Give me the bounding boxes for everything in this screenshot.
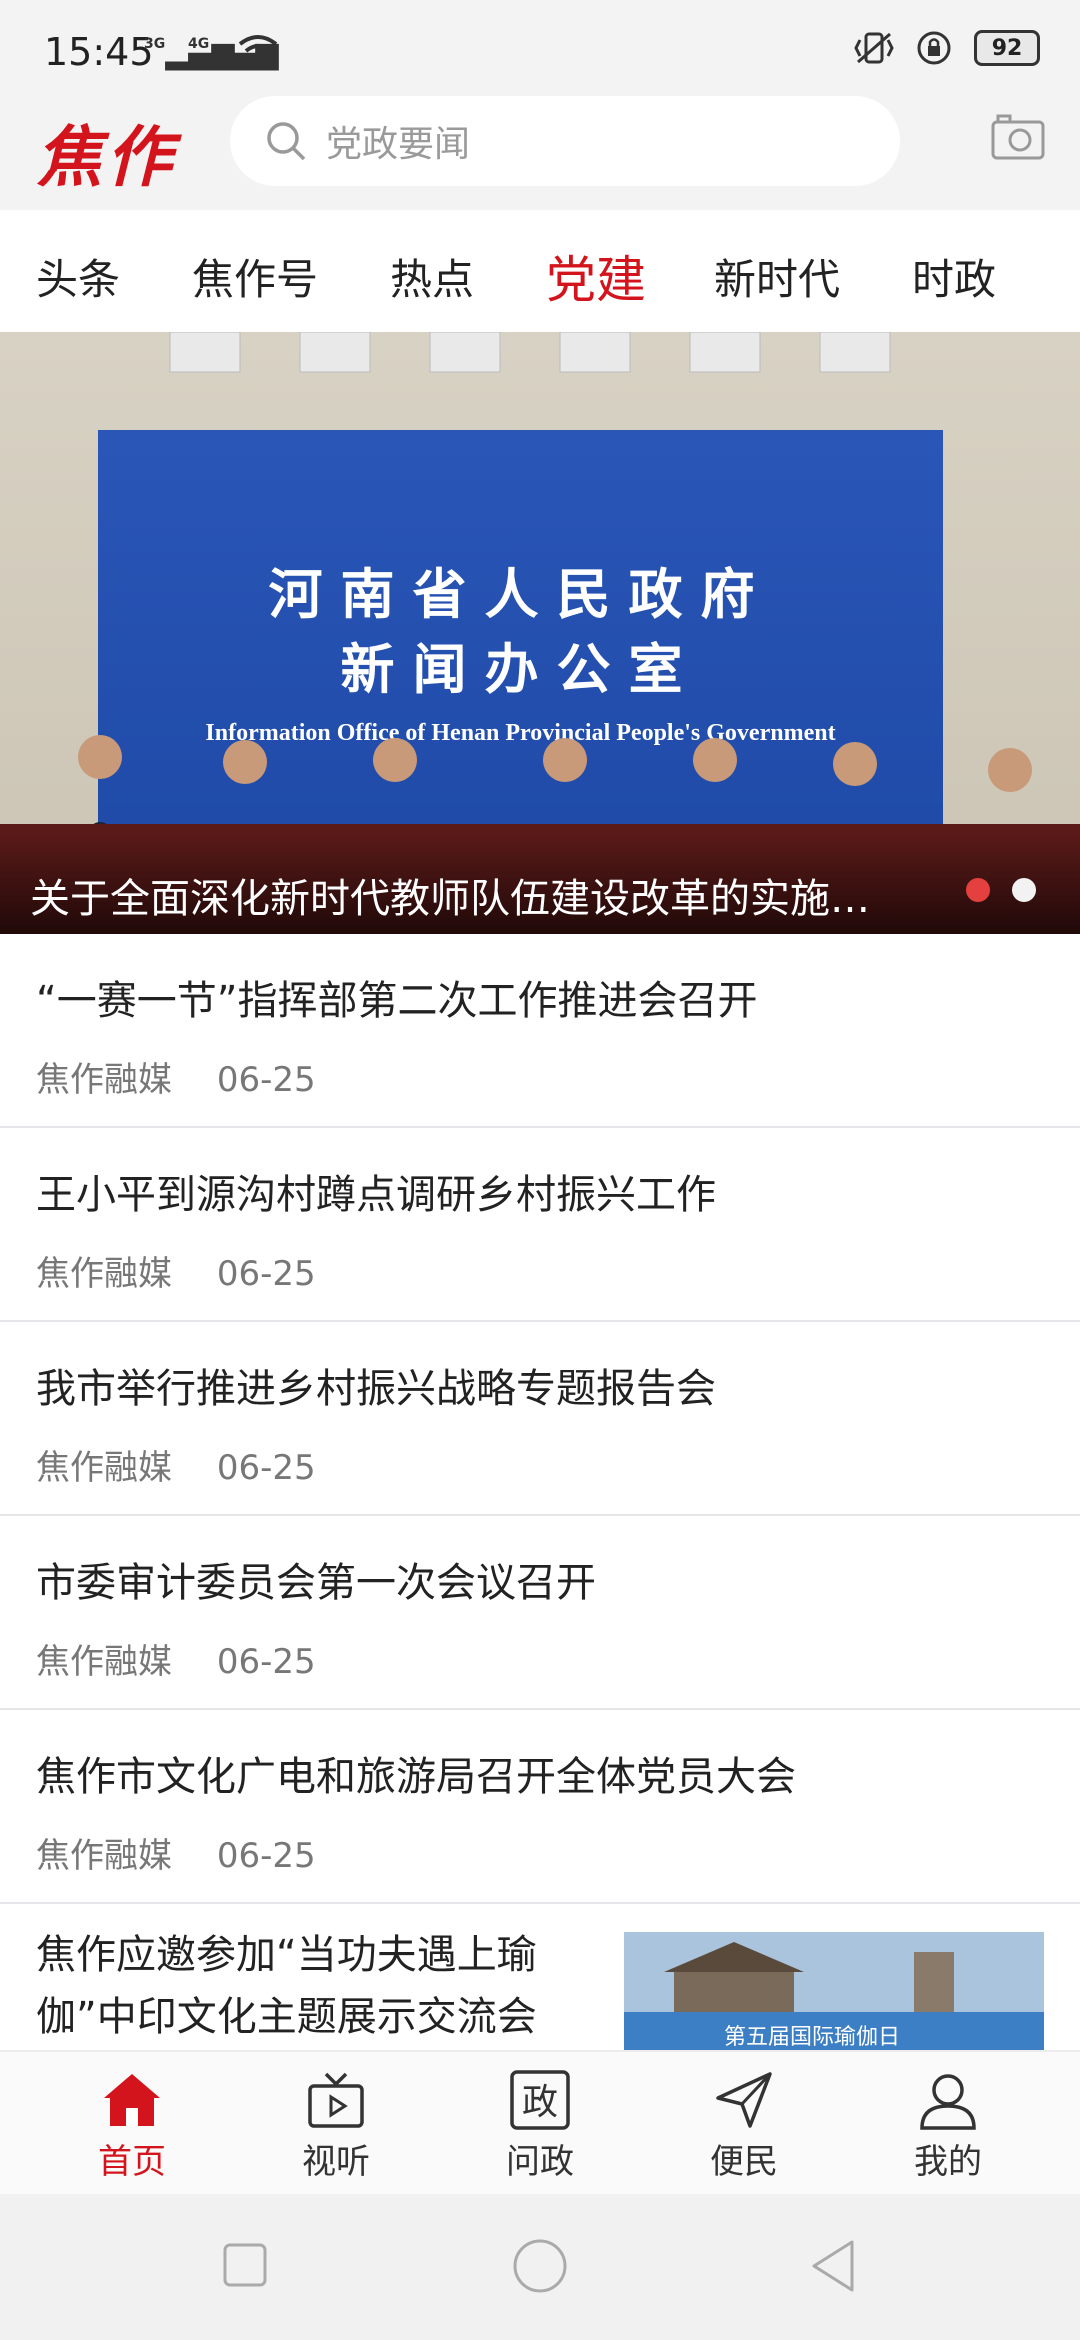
nav-wenzheng[interactable]: 政 问政 — [480, 2068, 600, 2183]
article-source: 焦作融媒 — [36, 1448, 172, 1488]
user-icon — [920, 2074, 976, 2130]
zheng-glyph: 政 — [522, 2082, 558, 2123]
nav-label: 便民 — [710, 2142, 778, 2182]
tab-dangjian[interactable]: 党建 — [546, 240, 646, 312]
home-icon — [104, 2074, 160, 2126]
search-bar[interactable]: 党政要闻 — [230, 96, 900, 186]
search-icon — [267, 122, 306, 161]
carousel-dot-active[interactable] — [966, 878, 990, 902]
article-title-line1: 焦作应邀参加“当功夫遇上瑜 — [36, 1932, 537, 1978]
nav-shiting[interactable]: 视听 — [276, 2068, 396, 2183]
article-date: 06-25 — [216, 1836, 316, 1876]
article-title: 焦作市文化广电和旅游局召开全体党员大会 — [36, 1754, 796, 1800]
camera-icon[interactable] — [990, 112, 1046, 162]
app-header: 焦作 党政要闻 — [0, 96, 1080, 210]
article-meta: 焦作融媒 06-25 — [36, 1052, 350, 1101]
recents-icon[interactable] — [222, 2242, 268, 2288]
article-meta: 焦作融媒 06-25 — [36, 1828, 350, 1877]
bottom-nav: 首页 视听 政 问政 便民 我的 — [0, 2050, 1080, 2196]
article-source: 焦作融媒 — [36, 1836, 172, 1876]
article-meta: 焦作融媒 06-25 — [36, 1634, 350, 1683]
status-time: 15:45 — [44, 30, 154, 74]
article-date: 06-25 — [216, 1254, 316, 1294]
article-date: 06-25 — [216, 1060, 316, 1100]
list-item[interactable]: 市委审计委员会第一次会议召开 焦作融媒 06-25 — [0, 1516, 1080, 1710]
article-title: 王小平到源沟村蹲点调研乡村振兴工作 — [36, 1172, 716, 1218]
battery-indicator: 92 — [974, 30, 1040, 66]
tab-shizheng[interactable]: 时政 — [912, 246, 996, 307]
article-title: 我市举行推进乡村振兴战略专题报告会 — [36, 1366, 716, 1412]
carousel-dot[interactable] — [1012, 878, 1036, 902]
status-bar: 15:45 3G▂▄▆ 4G▂▄▆ 92 — [0, 0, 1080, 96]
thumbnail-text: 第五届国际瑜伽日 — [724, 2025, 900, 2050]
vibrate-icon — [854, 32, 894, 64]
list-item[interactable]: 我市举行推进乡村振兴战略专题报告会 焦作融媒 06-25 — [0, 1322, 1080, 1516]
nav-bianmin[interactable]: 便民 — [684, 2068, 804, 2183]
tab-xinshidai[interactable]: 新时代 — [714, 246, 840, 307]
article-list: “一赛一节”指挥部第二次工作推进会召开 焦作融媒 06-25 王小平到源沟村蹲点… — [0, 934, 1080, 2056]
wifi-icon — [238, 35, 278, 67]
rotation-lock-icon — [917, 31, 951, 65]
article-meta: 焦作融媒 06-25 — [36, 1440, 350, 1489]
search-placeholder: 党政要闻 — [326, 124, 471, 165]
thumbnail-scene: 第五届国际瑜伽日 — [624, 1932, 1044, 2052]
system-nav-bar — [0, 2194, 1080, 2340]
channel-tabs: 头条 焦作号 热点 党建 新时代 时政 — [0, 210, 1080, 334]
article-date: 06-25 — [216, 1642, 316, 1682]
list-item[interactable]: “一赛一节”指挥部第二次工作推进会召开 焦作融媒 06-25 — [0, 934, 1080, 1128]
nav-home[interactable]: 首页 — [72, 2068, 192, 2183]
list-item-with-thumbnail[interactable]: 焦作应邀参加“当功夫遇上瑜 伽”中印文化主题展示交流会 第五届国际瑜伽日 — [0, 1904, 1080, 2056]
list-item[interactable]: 王小平到源沟村蹲点调研乡村振兴工作 焦作融媒 06-25 — [0, 1128, 1080, 1322]
tab-toutiao[interactable]: 头条 — [36, 246, 120, 307]
nav-label: 视听 — [302, 2142, 370, 2182]
article-source: 焦作融媒 — [36, 1642, 172, 1682]
back-icon[interactable] — [808, 2238, 858, 2294]
nav-label: 问政 — [506, 2142, 574, 2182]
send-icon — [716, 2072, 772, 2128]
status-right: 92 — [854, 30, 1040, 66]
article-source: 焦作融媒 — [36, 1060, 172, 1100]
list-item[interactable]: 焦作市文化广电和旅游局召开全体党员大会 焦作融媒 06-25 — [0, 1710, 1080, 1904]
article-date: 06-25 — [216, 1448, 316, 1488]
article-title: 市委审计委员会第一次会议召开 — [36, 1560, 596, 1606]
article-thumbnail: 第五届国际瑜伽日 — [624, 1932, 1044, 2052]
zheng-icon: 政 — [510, 2070, 570, 2130]
nav-label: 首页 — [98, 2142, 166, 2182]
tab-jiaozuohao[interactable]: 焦作号 — [192, 246, 318, 307]
article-source: 焦作融媒 — [36, 1254, 172, 1294]
tab-redian[interactable]: 热点 — [390, 246, 474, 307]
article-title-line2: 伽”中印文化主题展示交流会 — [36, 1994, 537, 2040]
tv-icon — [308, 2072, 364, 2128]
banner-caption: 关于全面深化新时代教师队伍建设改革的实施… — [30, 876, 870, 922]
nav-wode[interactable]: 我的 — [888, 2068, 1008, 2183]
article-meta: 焦作融媒 06-25 — [36, 1246, 350, 1295]
banner-carousel[interactable]: 河南省人民政府 新闻办公室 Information Office of Hena… — [0, 332, 1080, 934]
nav-label: 我的 — [914, 2142, 982, 2182]
home-button-icon[interactable] — [512, 2238, 568, 2294]
article-title: “一赛一节”指挥部第二次工作推进会召开 — [36, 978, 758, 1024]
app-logo: 焦作 — [36, 118, 176, 196]
